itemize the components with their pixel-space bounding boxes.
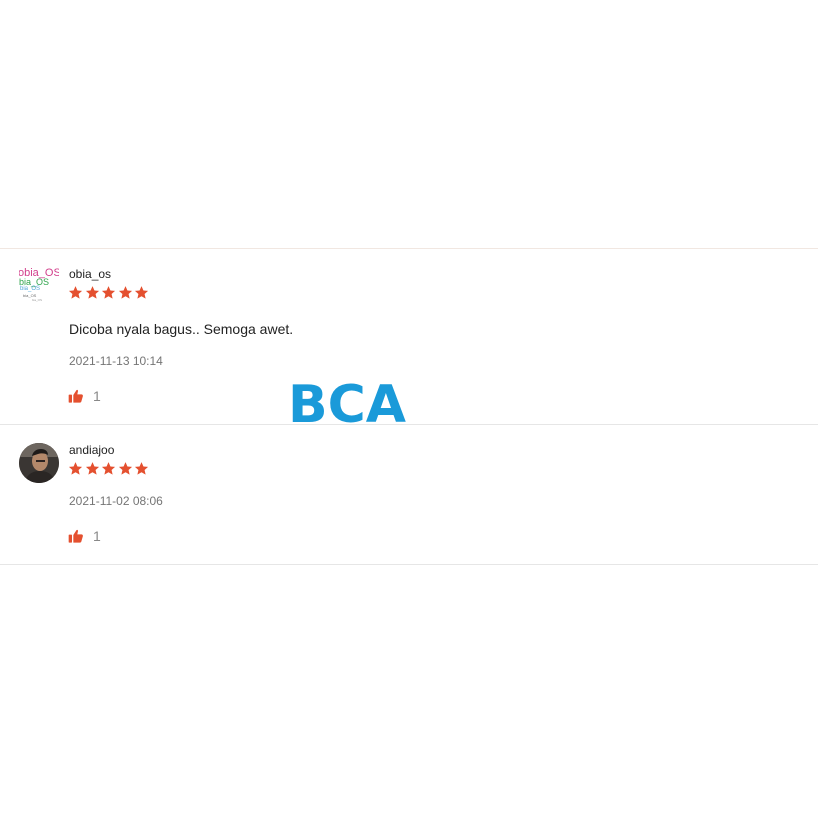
review-comment: Dicoba nyala bagus.. Semoga awet.: [69, 321, 294, 337]
thumbs-up-icon[interactable]: [68, 528, 84, 544]
star-icon: [118, 462, 132, 475]
star-icon: [118, 286, 132, 299]
star-icon: [68, 286, 83, 299]
star-rating: [68, 461, 151, 477]
like-count: 1: [93, 388, 101, 404]
star-icon: [134, 462, 149, 475]
review-list: obia_OS bia_OS bia_OS bia_OS bia_OS obia…: [0, 248, 818, 565]
review-username[interactable]: andiajoo: [69, 443, 114, 457]
star-icon: [68, 462, 83, 475]
star-icon: [101, 286, 116, 299]
like-count: 1: [93, 528, 101, 544]
avatar-logo-line: bia_OS: [20, 286, 41, 292]
star-icon: [134, 286, 149, 299]
star-rating: [68, 285, 151, 301]
watermark-text: BCA: [288, 375, 407, 435]
like-button[interactable]: 1: [68, 528, 101, 544]
star-icon: [85, 286, 99, 299]
review-username[interactable]: obia_os: [69, 267, 111, 281]
review-timestamp: 2021-11-13 10:14: [69, 354, 163, 368]
avatar-logo-line: bia_OS: [32, 298, 43, 302]
review-item: obia_OS bia_OS bia_OS bia_OS bia_OS obia…: [0, 249, 818, 425]
avatar-photo-icon: [19, 443, 59, 483]
review-timestamp: 2021-11-02 08:06: [69, 494, 163, 508]
thumbs-up-icon[interactable]: [68, 388, 84, 404]
star-icon: [101, 462, 116, 475]
review-item: andiajoo 2021-11-02 08:06 1: [0, 425, 818, 565]
star-icon: [85, 462, 99, 475]
avatar[interactable]: obia_OS bia_OS bia_OS bia_OS bia_OS: [19, 267, 59, 307]
avatar[interactable]: [19, 443, 59, 483]
like-button[interactable]: 1: [68, 388, 101, 404]
